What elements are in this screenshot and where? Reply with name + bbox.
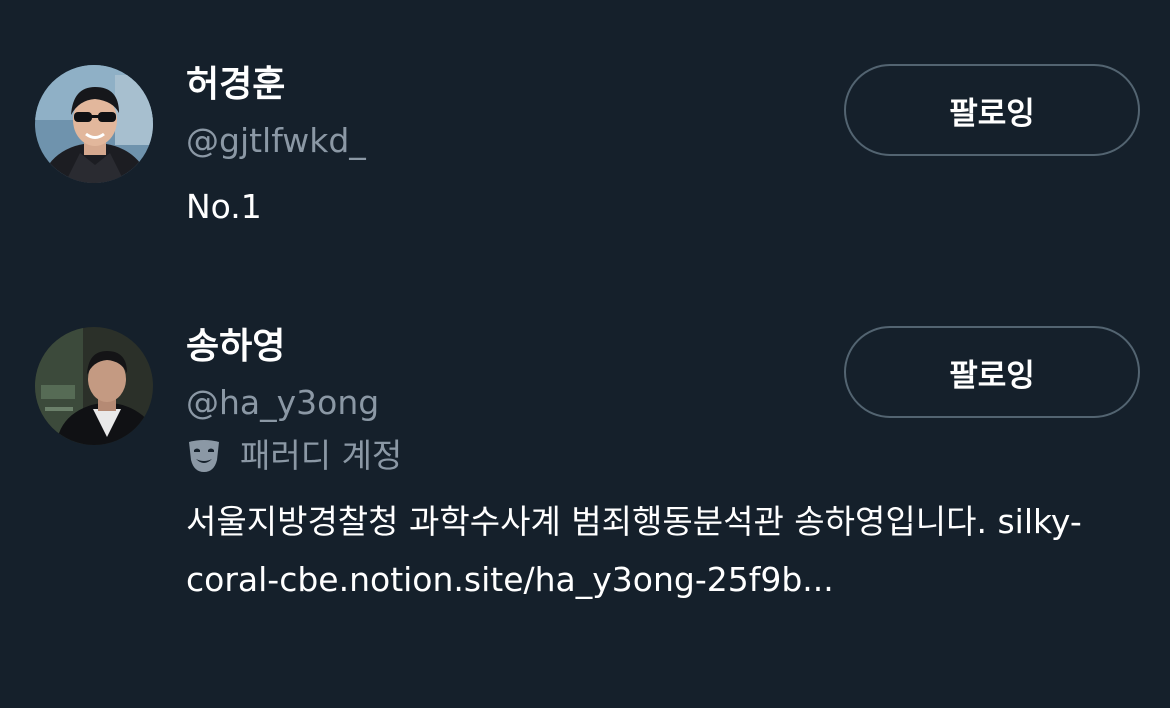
user-bio: 서울지방경찰청 과학수사계 범죄행동분석관 송하영입니다. silky-cora…	[186, 493, 1126, 609]
user-card[interactable]: 송하영 @ha_y3ong 팔로잉 패러디 계정 서울지방경찰청 과학수사계 범…	[0, 300, 1170, 700]
display-name[interactable]: 허경훈	[186, 63, 285, 107]
parody-account-badge: 패러디 계정	[186, 435, 402, 477]
following-button[interactable]: 팔로잉	[844, 326, 1140, 418]
avatar-photo	[35, 327, 153, 445]
avatar-photo	[35, 65, 153, 183]
theater-mask-icon	[189, 440, 219, 472]
user-handle[interactable]: @gjtlfwkd_	[186, 120, 366, 162]
avatar[interactable]	[35, 327, 153, 445]
following-button[interactable]: 팔로잉	[844, 64, 1140, 156]
user-bio: No.1	[186, 187, 262, 226]
avatar[interactable]	[35, 65, 153, 183]
user-handle[interactable]: @ha_y3ong	[186, 382, 379, 424]
user-card[interactable]: 허경훈 @gjtlfwkd_ 팔로잉 No.1	[0, 0, 1170, 260]
display-name[interactable]: 송하영	[186, 325, 285, 369]
bio-text: 서울지방경찰청 과학수사계 범죄행동분석관 송하영입니다.	[186, 502, 987, 541]
parody-label: 패러디 계정	[240, 436, 403, 475]
